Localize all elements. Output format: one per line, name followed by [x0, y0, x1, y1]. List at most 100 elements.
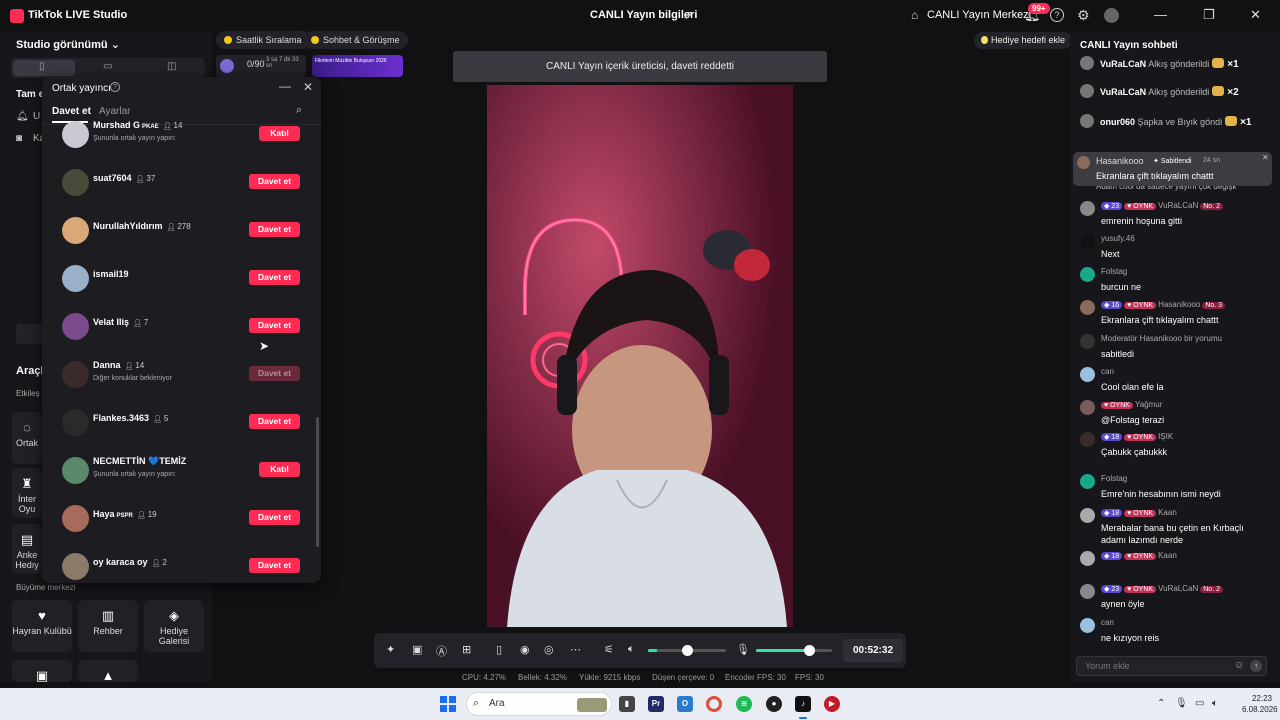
spotify-icon[interactable]: ≋: [736, 696, 752, 712]
title-bar: TikTok LIVE Studio CANLI Yayın bilgileri…: [0, 0, 1280, 32]
capture-icon[interactable]: ◎: [544, 643, 554, 656]
add-gift-goal-button[interactable]: Hediye hedefi ekle: [974, 32, 1073, 49]
comment-input[interactable]: Yorum ekle ☺ ↑: [1076, 656, 1267, 676]
studio-view-dropdown[interactable]: Studio görünümü ⌄: [16, 38, 120, 51]
phone-icon[interactable]: ▯: [496, 643, 502, 656]
send-icon[interactable]: ↑: [1250, 660, 1262, 672]
fan-badge: ♥ OYNK: [1124, 203, 1157, 210]
fan-club-tool[interactable]: ♥ Hayran Kulübü: [12, 600, 72, 652]
goal-progress[interactable]: 0/90 3 sa 7 dk 33 sn: [216, 55, 306, 77]
network-icon[interactable]: ▭: [1195, 698, 1204, 709]
recorder-icon[interactable]: ▶: [824, 696, 840, 712]
split-icon[interactable]: ◫: [167, 61, 176, 72]
add-source-icon[interactable]: ⊞: [462, 643, 471, 656]
chat-meet-pill[interactable]: Sohbet & Görüşme: [303, 31, 408, 49]
record-icon[interactable]: ◉: [520, 643, 530, 656]
close-icon[interactable]: ✕: [1250, 7, 1261, 23]
minimize-icon[interactable]: —: [279, 79, 291, 93]
microphone-icon[interactable]: 🎙︎: [736, 643, 750, 656]
mic-knob[interactable]: [804, 645, 816, 656]
cohost-subtext: Şununla ortak yayın yapın:: [93, 135, 176, 142]
profile-avatar[interactable]: [1104, 8, 1119, 23]
avatar: [1080, 508, 1095, 523]
invite-button[interactable]: Davet et: [249, 558, 300, 573]
chevron-up-icon[interactable]: ⌃: [1157, 698, 1165, 709]
layout-segmented-control[interactable]: ▯ ▭ ◫: [11, 58, 205, 78]
invite-button: Davet et: [249, 366, 300, 381]
anchor-gift-tool[interactable]: ▤ Anke Hedıy: [12, 524, 42, 574]
windows-start-icon[interactable]: [440, 696, 456, 712]
avatar: [1077, 156, 1090, 169]
cohost-row: suat7604 👤︎ 37 Davet et: [42, 163, 312, 211]
chrome-icon[interactable]: [706, 696, 722, 712]
control-bar: ✦ ▣ Ⓐ ⊞ ▯ ◉ ◎ ⋯ ⚟ 🔈︎ 🎙︎: [374, 633, 906, 668]
live-center-link[interactable]: CANLI Yayın Merkezi: [927, 9, 1031, 21]
guide-tool[interactable]: ▥ Rehber: [78, 600, 138, 652]
avatar: [62, 121, 89, 148]
avatar: [1080, 618, 1095, 633]
growth-center-label: Büyüme merkezi: [16, 583, 76, 592]
more-icon[interactable]: ⋯: [570, 643, 581, 656]
interactive-games-tool[interactable]: ♜ İnter Oyu: [12, 468, 42, 518]
scrollbar[interactable]: [316, 417, 319, 547]
clock[interactable]: 22:23 6.08.2026: [1242, 693, 1278, 715]
volume-slider[interactable]: [648, 645, 726, 656]
fan-badge: ♥ OYNK: [1124, 553, 1157, 560]
invite-button[interactable]: Davet et: [249, 510, 300, 525]
help-icon[interactable]: ?: [1050, 8, 1064, 22]
pinned-comment[interactable]: Hasanikooo ✦ Sabitlendi 24 sn Ekranlara …: [1073, 152, 1272, 186]
home-icon[interactable]: ⌂: [911, 8, 918, 22]
follower-count: 👤︎ 5: [153, 414, 169, 423]
file-explorer-icon[interactable]: ▮: [619, 696, 635, 712]
landscape-icon[interactable]: ▭: [103, 61, 112, 72]
invite-button[interactable]: Davet et: [249, 174, 300, 189]
effects-icon[interactable]: ▣: [412, 643, 422, 656]
chat-title: CANLI Yayın sohbeti: [1080, 40, 1178, 51]
invite-button[interactable]: Davet et: [249, 270, 300, 285]
tool-card-7[interactable]: ▣: [12, 660, 72, 683]
video-preview[interactable]: [487, 85, 793, 627]
microphone-icon[interactable]: 🎙︎: [1175, 698, 1188, 709]
magic-wand-icon[interactable]: ✦: [386, 643, 395, 656]
premiere-icon[interactable]: Pr: [648, 696, 664, 712]
ai-icon[interactable]: Ⓐ: [436, 643, 447, 659]
join-button[interactable]: Katıl: [259, 462, 300, 477]
invite-button[interactable]: Davet et: [249, 222, 300, 237]
level-badge: ◆ 18: [1101, 509, 1123, 517]
minimize-icon[interactable]: —: [1154, 7, 1167, 22]
encoder-fps-stat: Encoder FPS: 30: [725, 673, 786, 682]
gift-gallery-tool[interactable]: ◈ Hediye Galerisi: [144, 600, 204, 652]
cohost-name: Murshad G PKAE 👤︎ 14: [93, 120, 183, 130]
left-item-1[interactable]: U: [33, 111, 40, 122]
restore-icon[interactable]: ❐: [1203, 7, 1215, 23]
volume-icon[interactable]: 🔈︎: [1212, 698, 1218, 709]
live-info-title[interactable]: CANLI Yayın bilgileri: [590, 9, 697, 21]
taskbar-search[interactable]: ⌕ Ara: [466, 692, 612, 716]
close-icon[interactable]: ✕: [1262, 153, 1269, 162]
fan-badge: ♥ OYNK: [1124, 434, 1157, 441]
person-icon: 👤︎: [151, 560, 163, 567]
event-banner[interactable]: Fikirlerin Müzikle Buluşsun 2026: [312, 55, 403, 77]
share-icon[interactable]: ⇗: [683, 8, 693, 22]
speaker-icon[interactable]: 🔈︎: [628, 643, 635, 656]
tiktok-live-studio-icon[interactable]: ♪: [795, 696, 811, 719]
help-icon[interactable]: ?: [110, 82, 120, 92]
settings-sliders-icon[interactable]: ⚟: [604, 643, 614, 656]
invite-button[interactable]: Davet et: [249, 414, 300, 429]
volume-knob[interactable]: [682, 645, 693, 656]
outlook-icon[interactable]: O: [677, 696, 693, 712]
avatar: [1080, 584, 1095, 599]
avatar: [62, 553, 89, 580]
join-button[interactable]: Katıl: [259, 126, 300, 141]
cohost-name: Danna 👤︎ 14: [93, 360, 145, 370]
avatar: [1080, 267, 1095, 282]
hourly-ranking-pill[interactable]: Saatlik Sıralama: [216, 31, 310, 49]
close-icon[interactable]: ✕: [303, 80, 313, 94]
app-icon[interactable]: ●: [766, 696, 782, 712]
cohost-tool[interactable]: ◌ Ortak: [12, 412, 42, 464]
mic-slider[interactable]: [756, 645, 832, 656]
tool-card-8[interactable]: ▲: [78, 660, 138, 683]
emoji-icon[interactable]: ☺: [1234, 660, 1244, 671]
gear-icon[interactable]: ⚙: [1077, 7, 1090, 24]
invite-button[interactable]: Davet et: [249, 318, 300, 333]
